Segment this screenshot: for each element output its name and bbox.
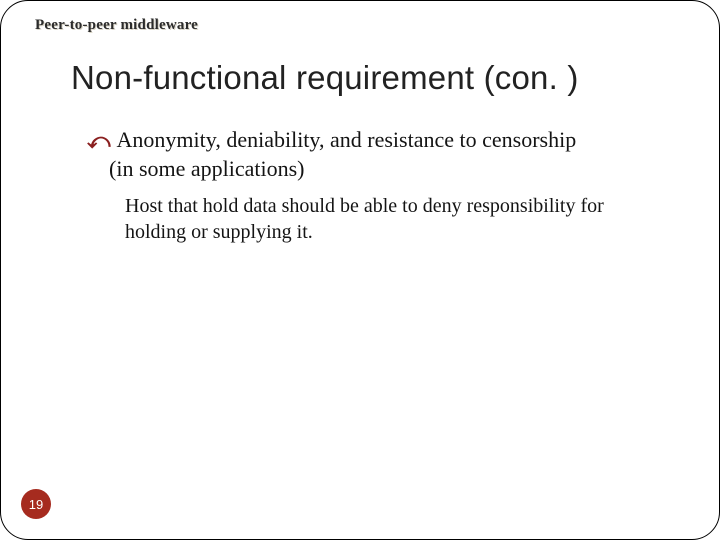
slide: Peer-to-peer middleware Peer-to-peer mid… [0, 0, 720, 540]
slide-header: Peer-to-peer middleware Peer-to-peer mid… [35, 17, 198, 34]
bullet-item: ⤺ Anonymity, deniability, and resistance… [87, 126, 679, 183]
slide-header-text: Peer-to-peer middleware [35, 17, 198, 33]
page-number: 19 [29, 497, 43, 512]
swirl-bullet-icon: ⤺ [87, 126, 111, 155]
bullet-text-line1: Anonymity, deniability, and resistance t… [117, 126, 577, 154]
bullet-row: ⤺ Anonymity, deniability, and resistance… [87, 126, 679, 155]
slide-title: Non-functional requirement (con. ) [71, 59, 579, 97]
sub-bullet-text: Host that hold data should be able to de… [125, 193, 649, 245]
bullet-text-line2: (in some applications) [109, 155, 679, 183]
page-number-badge: 19 [21, 489, 51, 519]
